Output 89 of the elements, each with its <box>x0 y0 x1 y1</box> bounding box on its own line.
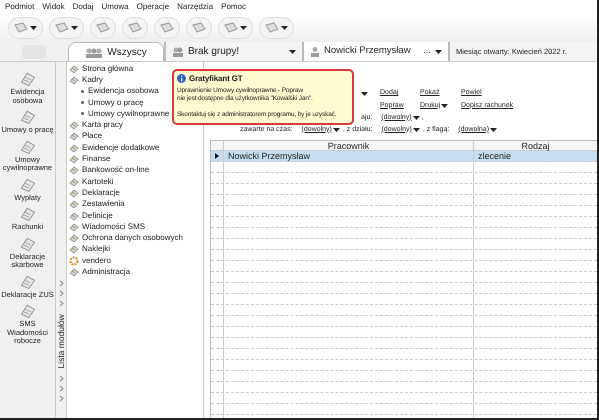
tool-icon <box>96 22 110 34</box>
tool-icon <box>160 22 174 34</box>
modules-side-strip[interactable]: Lista modułów <box>55 62 67 418</box>
module-item[interactable]: Strona główna <box>82 62 134 75</box>
toolbar-button[interactable] <box>154 17 180 39</box>
toolbar-button[interactable] <box>218 17 253 39</box>
caret-icon <box>490 128 498 132</box>
table-row[interactable]: Nowicki Przemysław zlecenie <box>211 151 597 162</box>
people-icon <box>172 46 184 57</box>
menu-item[interactable]: Widok <box>42 1 65 13</box>
column-header[interactable]: Rodzaj <box>474 141 597 150</box>
group-dropdown[interactable]: Brak grupy! <box>164 42 302 61</box>
caret-icon <box>441 104 448 108</box>
module-item[interactable]: Administracja <box>82 266 130 278</box>
menu-item[interactable]: Dodaj <box>72 1 94 13</box>
module-item[interactable]: Ewidencja osobowa <box>88 85 159 98</box>
menu-item[interactable]: Operacje <box>136 1 170 13</box>
module-icon <box>69 188 79 198</box>
module-item[interactable]: Deklaracje <box>82 186 120 199</box>
module-icon <box>69 120 79 130</box>
module-item[interactable]: Bankowość on-line <box>82 164 150 176</box>
module-item[interactable]: Karta pracy <box>82 119 123 132</box>
module-item[interactable]: Zestawienia <box>82 198 125 210</box>
row-pointer-icon <box>215 153 219 159</box>
tool-icon <box>128 22 142 34</box>
module-icon <box>69 199 79 210</box>
bullet-icon <box>81 90 84 93</box>
module-item[interactable]: Płace <box>82 130 102 142</box>
module-icon <box>69 74 79 85</box>
people-icon <box>85 46 104 58</box>
dropdown-caret-icon <box>30 26 37 30</box>
menu-item[interactable]: Umowa <box>102 1 129 13</box>
column-header[interactable]: Pracownik <box>224 141 474 150</box>
module-item[interactable]: Umowy o pracę <box>88 96 144 109</box>
module-item[interactable]: Wiadomości SMS <box>82 220 146 233</box>
caret-icon <box>332 128 340 132</box>
module-icon <box>69 210 79 220</box>
toolbar-button[interactable] <box>186 17 212 39</box>
module-item[interactable]: Kartoteki <box>82 176 114 188</box>
caret-icon <box>289 50 296 54</box>
module-icon <box>69 154 79 164</box>
caret-icon <box>435 50 442 54</box>
menu-item[interactable]: Podmiot <box>5 1 34 13</box>
dropdown-caret-icon <box>71 26 78 30</box>
bullet-icon <box>81 112 84 116</box>
caret-icon <box>412 116 420 120</box>
tool-icon <box>224 22 238 34</box>
gear-icon <box>69 256 79 266</box>
module-icon <box>69 64 79 74</box>
module-icon <box>69 165 79 176</box>
table-cell: Nowicki Przemysław <box>224 151 474 161</box>
module-item[interactable]: Ewidencje dodatkowe <box>82 142 160 154</box>
info-icon <box>177 74 186 83</box>
toolbar-button[interactable] <box>259 17 294 39</box>
module-item[interactable]: Finanse <box>82 153 110 166</box>
employees-tab[interactable]: Wszyscy <box>68 42 164 61</box>
tool-icon <box>265 22 279 34</box>
toolbar-button[interactable] <box>49 17 84 39</box>
menu-item[interactable]: Narzędzia <box>177 1 214 13</box>
module-icon <box>69 222 79 232</box>
menu-item[interactable]: Pomoc <box>221 1 246 13</box>
module-icon <box>69 176 79 187</box>
module-item[interactable]: Umowy cywilnoprawne <box>88 108 170 120</box>
toolbar-button[interactable] <box>122 17 148 39</box>
tool-icon <box>192 22 206 34</box>
module-item[interactable]: Kadry <box>82 74 103 86</box>
tooltip-title: Gratyfikant GT <box>189 74 242 82</box>
bullet-icon <box>81 101 84 104</box>
toolbar-button[interactable] <box>8 17 43 39</box>
caret-icon <box>361 92 368 96</box>
person-icon <box>310 46 320 57</box>
module-item[interactable]: Naklejki <box>82 243 110 256</box>
dropdown-caret-icon <box>281 26 288 30</box>
module-item[interactable]: Ochrona danych osobowych <box>82 232 183 244</box>
dropdown-caret-icon <box>240 26 247 30</box>
caret-icon <box>412 128 420 132</box>
tool-icon <box>14 22 28 34</box>
module-item[interactable]: vendero <box>82 254 111 267</box>
module-icon <box>69 233 79 244</box>
table-cell-text: zlecenie <box>477 151 512 161</box>
employee-dropdown[interactable]: Nowicki Przemysław ... <box>302 42 448 61</box>
tool-icon <box>55 22 69 34</box>
module-icon <box>69 131 79 142</box>
module-icon <box>69 244 79 254</box>
modules-strip-label: Lista modułów <box>54 314 67 368</box>
module-icon <box>69 142 79 153</box>
module-item[interactable]: Definicje <box>82 210 113 222</box>
module-icon <box>69 266 79 277</box>
toolbar-button[interactable] <box>90 17 116 39</box>
